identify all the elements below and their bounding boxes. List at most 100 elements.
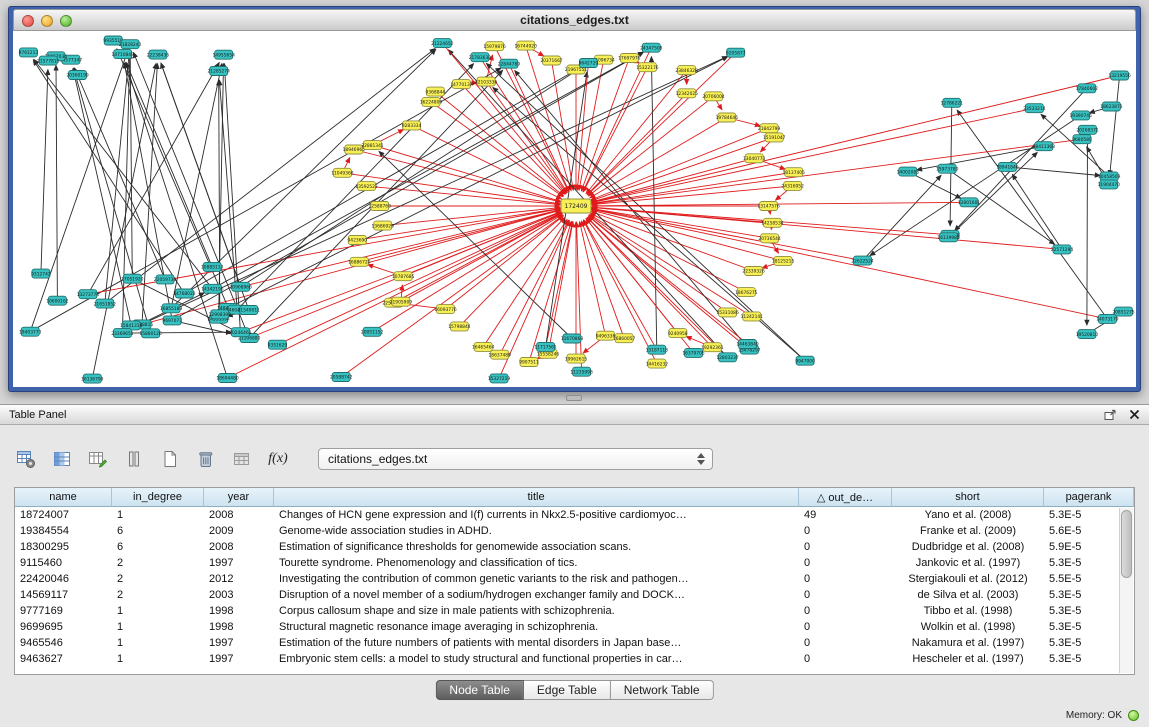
network-edge[interactable]: [224, 64, 240, 333]
network-node[interactable]: 14768023: [173, 289, 196, 298]
table-cell[interactable]: 1: [112, 621, 204, 633]
network-node[interactable]: 18137405: [783, 168, 806, 177]
network-node[interactable]: 21285274: [208, 67, 231, 76]
network-node[interactable]: 9240958: [668, 329, 688, 338]
import-table-icon[interactable]: [230, 447, 254, 471]
network-node[interactable]: 13040773: [743, 154, 766, 163]
network-node[interactable]: 15331086: [716, 308, 739, 317]
network-node[interactable]: 12801601: [958, 198, 981, 207]
network-node[interactable]: 14955654: [213, 50, 236, 59]
network-node[interactable]: 9907511: [519, 358, 539, 367]
network-edge[interactable]: [1007, 167, 1100, 176]
network-node[interactable]: 9368844: [426, 87, 446, 96]
table-row[interactable]: 1456911722003Disruption of a novel membe…: [15, 587, 1134, 603]
network-node[interactable]: 18676275: [735, 288, 758, 297]
table-row[interactable]: 1830029562008Estimation of significance …: [15, 539, 1134, 555]
network-node[interactable]: 19962615: [565, 354, 588, 363]
network-node[interactable]: 14258534: [761, 218, 784, 227]
network-edge[interactable]: [74, 68, 165, 279]
table-cell[interactable]: 9115460: [15, 557, 112, 569]
network-node[interactable]: 16886720: [348, 257, 371, 266]
table-cell[interactable]: Structural magnetic resonance image aver…: [274, 621, 799, 633]
table-cell[interactable]: de Silva et al. (2003): [892, 589, 1044, 601]
table-settings-icon[interactable]: [14, 447, 38, 471]
apply-function-icon[interactable]: f(x): [266, 447, 290, 471]
network-edge[interactable]: [130, 53, 132, 279]
network-node[interactable]: 11242141: [741, 312, 764, 321]
network-node[interactable]: 16860057: [613, 334, 636, 343]
network-node[interactable]: 16139985: [937, 233, 960, 242]
table-cell[interactable]: 0: [799, 573, 892, 585]
network-node[interactable]: 12588760: [369, 202, 392, 211]
table-cell[interactable]: 2: [112, 589, 204, 601]
network-node[interactable]: 11235998: [570, 367, 593, 376]
network-node[interactable]: 18125215: [772, 256, 795, 265]
network-node[interactable]: 21577811: [37, 56, 60, 65]
table-cell[interactable]: Hescheler et al. (1997): [892, 653, 1044, 665]
table-cell[interactable]: 9463627: [15, 653, 112, 665]
network-node[interactable]: 9423690: [348, 236, 368, 245]
network-node[interactable]: 9496336: [596, 331, 616, 340]
network-node[interactable]: 15798844: [448, 322, 471, 331]
table-row[interactable]: 1938455462009Genome-wide association stu…: [15, 523, 1134, 539]
network-edge[interactable]: [88, 63, 219, 295]
network-node[interactable]: 11670868: [561, 334, 584, 343]
network-edge[interactable]: [587, 93, 687, 194]
network-node[interactable]: 16465464: [472, 342, 495, 351]
show-columns-icon[interactable]: [50, 447, 74, 471]
network-node[interactable]: 9697073: [162, 316, 182, 325]
network-node[interactable]: 14416232: [646, 359, 669, 368]
column-header-year[interactable]: year: [204, 488, 274, 507]
network-node[interactable]: 15880126: [139, 329, 162, 338]
network-node[interactable]: 11049368: [331, 168, 354, 177]
table-cell[interactable]: Changes of HCN gene expression and I(f) …: [274, 509, 799, 521]
table-cell[interactable]: 9465546: [15, 637, 112, 649]
table-cell[interactable]: 1: [112, 653, 204, 665]
table-cell[interactable]: 2008: [204, 509, 274, 521]
table-cell[interactable]: 18300295: [15, 541, 112, 553]
network-node[interactable]: 15322176: [636, 63, 659, 72]
network-node[interactable]: 13147576: [757, 202, 780, 211]
table-cell[interactable]: Dudbridge et al. (2008): [892, 541, 1044, 553]
table-cell[interactable]: 2: [112, 573, 204, 585]
network-edge[interactable]: [1087, 130, 1088, 325]
close-panel-icon[interactable]: [1129, 409, 1140, 420]
network-edge[interactable]: [56, 65, 57, 300]
close-button[interactable]: [22, 15, 34, 27]
network-node[interactable]: 19784646: [716, 113, 739, 122]
network-node[interactable]: 16136799: [81, 374, 104, 383]
network-node[interactable]: 19403773: [19, 327, 42, 336]
table-row[interactable]: 946362711997Embryonic stem cells: a mode…: [15, 651, 1134, 667]
network-edge[interactable]: [228, 57, 727, 308]
table-cell[interactable]: 0: [799, 637, 892, 649]
network-edge[interactable]: [591, 137, 774, 200]
network-node[interactable]: 21549011: [238, 306, 261, 315]
network-node[interactable]: 10885119: [201, 262, 224, 271]
network-node[interactable]: 11717561: [534, 342, 557, 351]
network-node[interactable]: 17840602: [1076, 84, 1099, 93]
network-edge[interactable]: [577, 222, 582, 372]
tab-edge-table[interactable]: Edge Table: [524, 680, 611, 700]
network-node[interactable]: 20246463: [229, 328, 252, 337]
network-edge[interactable]: [34, 60, 213, 289]
network-node[interactable]: 13592523: [355, 182, 378, 191]
network-node[interactable]: 10787685: [392, 272, 415, 281]
table-cell[interactable]: 19384554: [15, 525, 112, 537]
network-edge[interactable]: [367, 186, 561, 204]
table-cell[interactable]: Nakamura et al. (1997): [892, 637, 1044, 649]
table-row[interactable]: 977716911998Corpus callosum shape and si…: [15, 603, 1134, 619]
network-node[interactable]: 17051920: [121, 274, 144, 283]
table-cell[interactable]: 2008: [204, 541, 274, 553]
network-node[interactable]: 12786221: [941, 98, 964, 107]
table-cell[interactable]: Tourette syndrome. Phenomenology and cla…: [274, 557, 799, 569]
network-node[interactable]: 22059730: [154, 275, 177, 284]
network-node[interactable]: 15327219: [488, 374, 511, 383]
network-node[interactable]: 12103336: [475, 77, 498, 86]
network-node[interactable]: 13273774: [77, 290, 100, 299]
column-header-pagerank[interactable]: pagerank: [1044, 488, 1134, 507]
network-node[interactable]: 16855189: [160, 304, 183, 313]
network-node[interactable]: 14463849: [736, 340, 759, 349]
network-node[interactable]: 11904470: [1098, 180, 1121, 189]
network-node[interactable]: 9283334: [402, 121, 422, 130]
network-node[interactable]: 13686929: [372, 221, 395, 230]
